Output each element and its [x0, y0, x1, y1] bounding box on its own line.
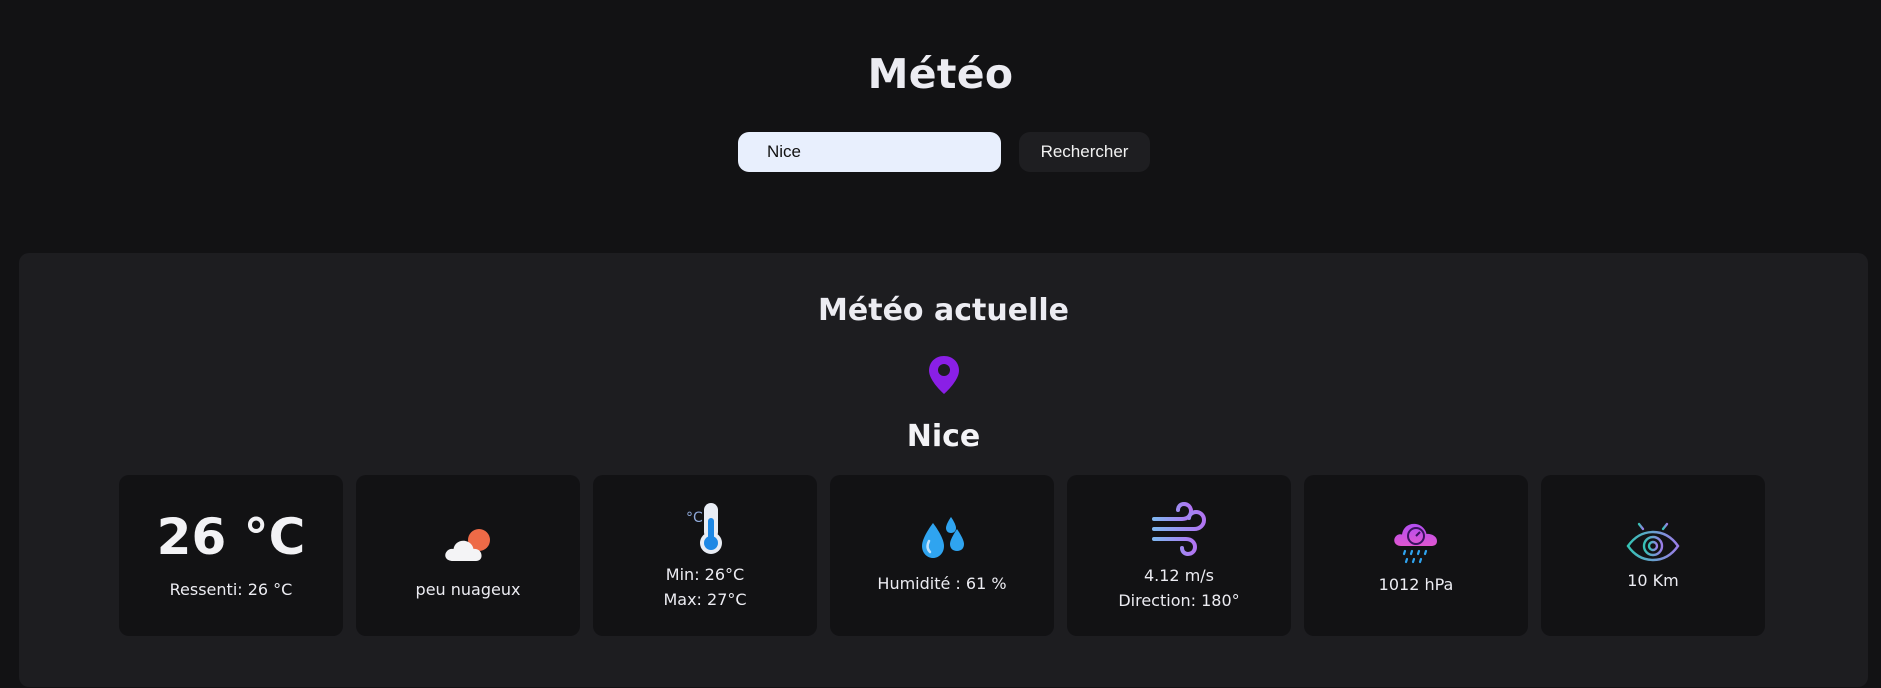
wind-speed: 4.12 m/s [1143, 565, 1215, 585]
city-name: Nice [906, 419, 981, 454]
max-temperature: Max: 27°C [663, 589, 747, 609]
search-bar: Rechercher [738, 132, 1150, 172]
section-title: Météo actuelle [818, 293, 1069, 328]
partly-cloudy-icon [443, 527, 493, 563]
humidity-card: Humidité : 61 % [830, 475, 1054, 636]
wind-icon [1150, 499, 1208, 557]
temperature-value: 26 °C [156, 507, 306, 566]
search-button[interactable]: Rechercher [1019, 132, 1150, 172]
thermometer-icon: °C [680, 500, 730, 556]
wind-direction: Direction: 180° [1118, 590, 1240, 610]
city-search-input[interactable] [738, 132, 1001, 172]
weather-cards: 26 °C Ressenti: 26 °C peu nuageux °C Min… [119, 475, 1765, 636]
location-pin-icon [927, 355, 961, 395]
current-weather-panel: Météo actuelle Nice 26 °C Ressenti: 26 °… [19, 253, 1868, 687]
weather-description: peu nuageux [415, 580, 521, 599]
svg-text:°C: °C [686, 510, 703, 526]
visibility-value: 10 Km [1627, 571, 1679, 590]
pressure-card: 1012 hPa [1304, 475, 1528, 636]
wind-card: 4.12 m/s Direction: 180° [1067, 475, 1291, 636]
visibility-card: 10 Km [1541, 475, 1765, 636]
water-drops-icon [917, 515, 967, 561]
min-temperature: Min: 26°C [665, 564, 745, 584]
app-title: Météo [867, 50, 1014, 98]
pressure-cloud-icon [1391, 514, 1441, 566]
description-card: peu nuageux [356, 475, 580, 636]
temperature-card: 26 °C Ressenti: 26 °C [119, 475, 343, 636]
min-max-card: °C Min: 26°C Max: 27°C [593, 475, 817, 636]
pressure-value: 1012 hPa [1378, 575, 1454, 594]
eye-icon [1625, 518, 1681, 562]
humidity-value: Humidité : 61 % [877, 574, 1007, 593]
feels-like-text: Ressenti: 26 °C [169, 579, 293, 599]
